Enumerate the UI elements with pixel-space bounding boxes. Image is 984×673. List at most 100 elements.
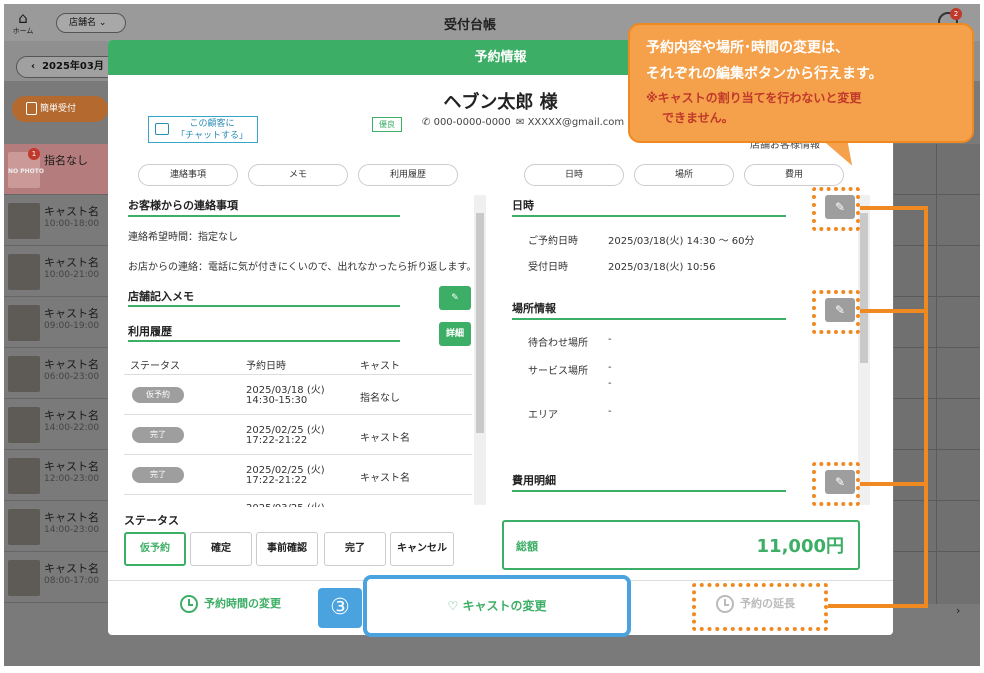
tab-history[interactable]: 利用履歴: [358, 164, 458, 186]
cost-section-title: 費用明細: [512, 474, 556, 487]
received-datetime-value: 2025/03/18(火) 10:56: [608, 262, 716, 273]
cast-row[interactable]: キャスト名 10:00-18:00: [4, 195, 108, 246]
history-date: 2025/02/25 (火): [246, 425, 325, 436]
grid-line: [894, 398, 980, 399]
history-detail-button[interactable]: 詳細: [439, 322, 471, 346]
edit-memo-button[interactable]: ✎: [439, 286, 471, 310]
scrollbar-thumb[interactable]: [860, 213, 868, 363]
history-date: 2025/03/25 (火): [246, 499, 325, 507]
grid-line: [894, 500, 980, 501]
chat-button-line1: この顧客に: [189, 119, 235, 129]
cast-photo: [8, 356, 40, 392]
cast-badge: 1: [28, 148, 40, 160]
cast-photo: [8, 509, 40, 545]
cast-row[interactable]: キャスト名 10:00-21:00: [4, 246, 108, 297]
chevron-left-icon[interactable]: ‹: [31, 61, 35, 72]
cast-row[interactable]: キャスト名 08:00-17:00: [4, 552, 108, 603]
cast-row[interactable]: キャスト名 12:00-23:00: [4, 450, 108, 501]
total-value: 11,000円: [756, 536, 844, 557]
cast-photo: [8, 203, 40, 239]
cast-row[interactable]: キャスト名 14:00-23:00: [4, 501, 108, 552]
status-pill: 完了: [132, 427, 184, 443]
no-photo-label: NO PHOTO: [8, 168, 44, 175]
schedule-grid: [894, 144, 980, 604]
cast-name: キャスト名: [44, 256, 99, 269]
customer-rank-badge: 優良: [372, 117, 402, 132]
contact-section-title: お客様からの連絡事項: [128, 199, 238, 212]
section-underline: [128, 215, 400, 217]
highlight-edit-place: [812, 290, 860, 334]
cast-photo: [8, 254, 40, 290]
cast-name: 指名なし: [44, 154, 88, 167]
chat-customer-button[interactable]: この顧客に 「チャットする」: [148, 116, 258, 143]
customer-phone: ✆ 000-0000-0000: [422, 117, 511, 128]
history-cast: キャスト名: [360, 433, 410, 444]
cast-photo: [8, 560, 40, 596]
right-scrollbar[interactable]: [858, 195, 870, 505]
col-header-status: ステータス: [130, 361, 180, 372]
home-button[interactable]: ⌂ ホーム: [10, 10, 36, 36]
cast-row[interactable]: キャスト名 06:00-23:00: [4, 348, 108, 399]
status-cancel-button[interactable]: キャンセル: [390, 532, 454, 566]
cast-row[interactable]: キャスト名 09:00-19:00: [4, 297, 108, 348]
chat-button-line2: 「チャットする」: [176, 131, 248, 141]
store-select[interactable]: 店舗名 ⌄: [56, 13, 126, 33]
history-section-title: 利用履歴: [128, 325, 172, 338]
cast-row[interactable]: キャスト名 14:00-22:00: [4, 399, 108, 450]
history-cast: キャスト名: [360, 473, 410, 484]
cast-time: 10:00-21:00: [44, 270, 100, 280]
customer-email: ✉ XXXXX@gmail.com: [516, 117, 624, 128]
status-confirmed-button[interactable]: 確定: [190, 532, 252, 566]
status-pill: 仮予約: [132, 387, 184, 403]
area-label: エリア: [528, 410, 558, 421]
heart-sync-icon: ♡: [447, 599, 459, 613]
left-scrollbar[interactable]: [474, 195, 486, 505]
phone-value: 000-0000-0000: [433, 117, 511, 128]
cast-time: 09:00-19:00: [44, 321, 100, 331]
grid-line: [936, 144, 937, 604]
status-preconfirm-button[interactable]: 事前確認: [256, 532, 318, 566]
tab-place[interactable]: 場所: [634, 164, 734, 186]
connector-line: [828, 604, 928, 608]
status-tentative-button[interactable]: 仮予約: [124, 532, 186, 566]
table-row[interactable]: 2025/03/25 (火): [124, 495, 472, 507]
col-header-cast: キャスト: [360, 361, 400, 372]
received-datetime-label: 受付日時: [528, 262, 568, 273]
status-complete-button[interactable]: 完了: [324, 532, 386, 566]
table-row[interactable]: 完了 2025/02/25 (火) 17:22-21:22 キャスト名: [124, 455, 472, 495]
history-time: 14:30-15:30: [246, 395, 308, 406]
cast-name: キャスト名: [44, 562, 99, 575]
home-icon: ⌂: [18, 9, 28, 27]
cast-time: 14:00-23:00: [44, 525, 100, 535]
pencil-icon: ✎: [451, 293, 459, 303]
chevron-down-icon: ⌄: [98, 18, 107, 28]
cast-time: 08:00-17:00: [44, 576, 100, 586]
reserve-datetime-label: ご予約日時: [528, 236, 578, 247]
tab-memo[interactable]: メモ: [248, 164, 348, 186]
quick-reception-button[interactable]: 簡単受付: [12, 96, 108, 122]
home-label: ホーム: [12, 27, 34, 35]
instruction-callout: 予約内容や場所･時間の変更は、 それぞれの編集ボタンから行えます。 ※キャストの…: [628, 23, 974, 143]
phone-icon: ✆: [422, 117, 431, 128]
cast-photo: [8, 407, 40, 443]
mail-icon: ✉: [516, 117, 525, 128]
cast-time: 06:00-23:00: [44, 372, 100, 382]
tab-contact[interactable]: 連絡事項: [138, 164, 238, 186]
cast-name: キャスト名: [44, 205, 99, 218]
cast-row[interactable]: NO PHOTO 1 指名なし: [4, 144, 108, 195]
callout-line: 予約内容や場所･時間の変更は、: [646, 40, 849, 56]
table-row[interactable]: 仮予約 2025/03/18 (火) 14:30-15:30 指名なし: [124, 375, 472, 415]
history-time: 17:22-21:22: [246, 435, 308, 446]
meeting-place-label: 待合わせ場所: [528, 338, 588, 349]
scrollbar-thumb[interactable]: [476, 213, 484, 433]
tab-cost[interactable]: 費用: [744, 164, 844, 186]
section-underline: [512, 318, 786, 320]
meeting-place-value: -: [608, 334, 612, 345]
table-row[interactable]: 完了 2025/02/25 (火) 17:22-21:22 キャスト名: [124, 415, 472, 455]
tab-datetime[interactable]: 日時: [524, 164, 624, 186]
change-time-button[interactable]: 予約時間の変更: [180, 595, 281, 613]
change-cast-button[interactable]: ♡ キャストの変更: [363, 575, 631, 637]
cast-photo: [8, 458, 40, 494]
memo-section-title: 店舗記入メモ: [128, 290, 194, 303]
chevron-right-icon[interactable]: ›: [956, 604, 976, 617]
